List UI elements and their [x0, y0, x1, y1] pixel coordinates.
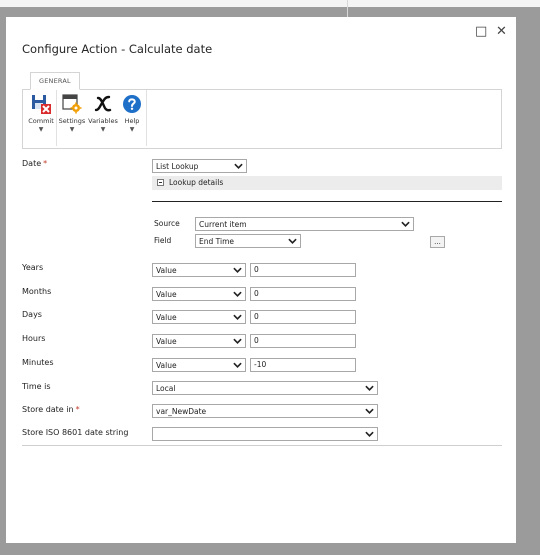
lookup-details-bar[interactable]: Lookup details	[152, 176, 502, 190]
help-button[interactable]: Help ▼	[118, 92, 146, 144]
minutes-type-value: Value	[156, 361, 177, 370]
field-browse-button[interactable]: ...	[430, 236, 445, 248]
ribbon-toolbar: Commit ▼ Settings ▼ Variables ▼ Help ▼	[22, 89, 502, 149]
chevron-down-icon	[233, 362, 242, 368]
commit-save-icon	[32, 95, 51, 114]
chevron-down-icon	[233, 267, 242, 273]
source-value: Current item	[199, 220, 247, 229]
chevron-down-icon	[233, 291, 242, 297]
minutes-type-select[interactable]: Value	[152, 358, 246, 372]
close-icon[interactable]: ✕	[496, 25, 507, 39]
store-date-select[interactable]: var_NewDate	[152, 404, 378, 418]
store-date-label-text: Store date in	[22, 405, 74, 414]
days-input[interactable]: 0	[250, 310, 356, 324]
chevron-down-icon	[233, 314, 242, 320]
settings-gear-icon	[62, 94, 82, 114]
help-question-icon	[123, 95, 141, 113]
hours-type-value: Value	[156, 337, 177, 346]
days-type-value: Value	[156, 313, 177, 322]
source-label: Source	[154, 219, 180, 228]
months-type-value: Value	[156, 290, 177, 299]
help-dropdown-icon: ▼	[129, 126, 135, 133]
hours-type-select[interactable]: Value	[152, 334, 246, 348]
ribbon-divider	[146, 90, 147, 146]
commit-button[interactable]: Commit ▼	[27, 92, 55, 144]
chevron-down-icon	[365, 408, 374, 414]
field-label: Field	[154, 236, 172, 245]
chevron-down-icon	[233, 338, 242, 344]
variables-dropdown-icon: ▼	[100, 126, 106, 133]
minutes-input[interactable]: -10	[250, 358, 356, 372]
time-is-select[interactable]: Local	[152, 381, 378, 395]
dialog-title: Configure Action - Calculate date	[22, 42, 213, 56]
months-type-select[interactable]: Value	[152, 287, 246, 301]
store-date-label: Store date in *	[22, 405, 80, 414]
commit-dropdown-icon: ▼	[38, 126, 44, 133]
time-is-label: Time is	[22, 382, 51, 391]
form-bottom-divider	[22, 445, 502, 446]
years-type-value: Value	[156, 266, 177, 275]
top-strip	[0, 0, 540, 22]
required-marker: *	[43, 159, 48, 168]
help-label: Help	[124, 117, 140, 125]
days-label: Days	[22, 310, 42, 319]
minutes-label: Minutes	[22, 358, 54, 367]
maximize-icon[interactable]: □	[475, 25, 487, 39]
store-iso-select[interactable]	[152, 427, 378, 441]
months-label: Months	[22, 287, 52, 296]
variables-x-icon	[94, 95, 112, 112]
configure-action-dialog: □ ✕ Configure Action - Calculate date GE…	[6, 17, 516, 543]
chevron-down-icon	[234, 163, 243, 169]
variables-button[interactable]: Variables ▼	[88, 92, 118, 144]
days-type-select[interactable]: Value	[152, 310, 246, 324]
chevron-down-icon	[365, 385, 374, 391]
settings-dropdown-icon: ▼	[69, 126, 75, 133]
collapse-icon[interactable]	[157, 179, 164, 186]
date-label: Date *	[22, 159, 47, 168]
source-select[interactable]: Current item	[195, 217, 414, 231]
chevron-down-icon	[365, 431, 374, 437]
chevron-down-icon	[288, 238, 297, 244]
lookup-details-label: Lookup details	[169, 178, 224, 187]
date-label-text: Date	[22, 159, 42, 168]
tab-general[interactable]: GENERAL	[30, 72, 80, 90]
years-input[interactable]: 0	[250, 263, 356, 277]
years-label: Years	[22, 263, 44, 272]
store-iso-label: Store ISO 8601 date string	[22, 428, 129, 437]
years-type-select[interactable]: Value	[152, 263, 246, 277]
field-value: End Time	[199, 237, 234, 246]
chevron-down-icon	[401, 221, 410, 227]
date-type-value: List Lookup	[156, 162, 199, 171]
hours-label: Hours	[22, 334, 46, 343]
store-date-value: var_NewDate	[156, 407, 207, 416]
field-select[interactable]: End Time	[195, 234, 301, 248]
hours-input[interactable]: 0	[250, 334, 356, 348]
time-is-value: Local	[156, 384, 176, 393]
settings-button[interactable]: Settings ▼	[58, 92, 86, 144]
section-rule	[152, 201, 502, 202]
required-marker: *	[75, 405, 80, 414]
date-type-select[interactable]: List Lookup	[152, 159, 247, 173]
months-input[interactable]: 0	[250, 287, 356, 301]
